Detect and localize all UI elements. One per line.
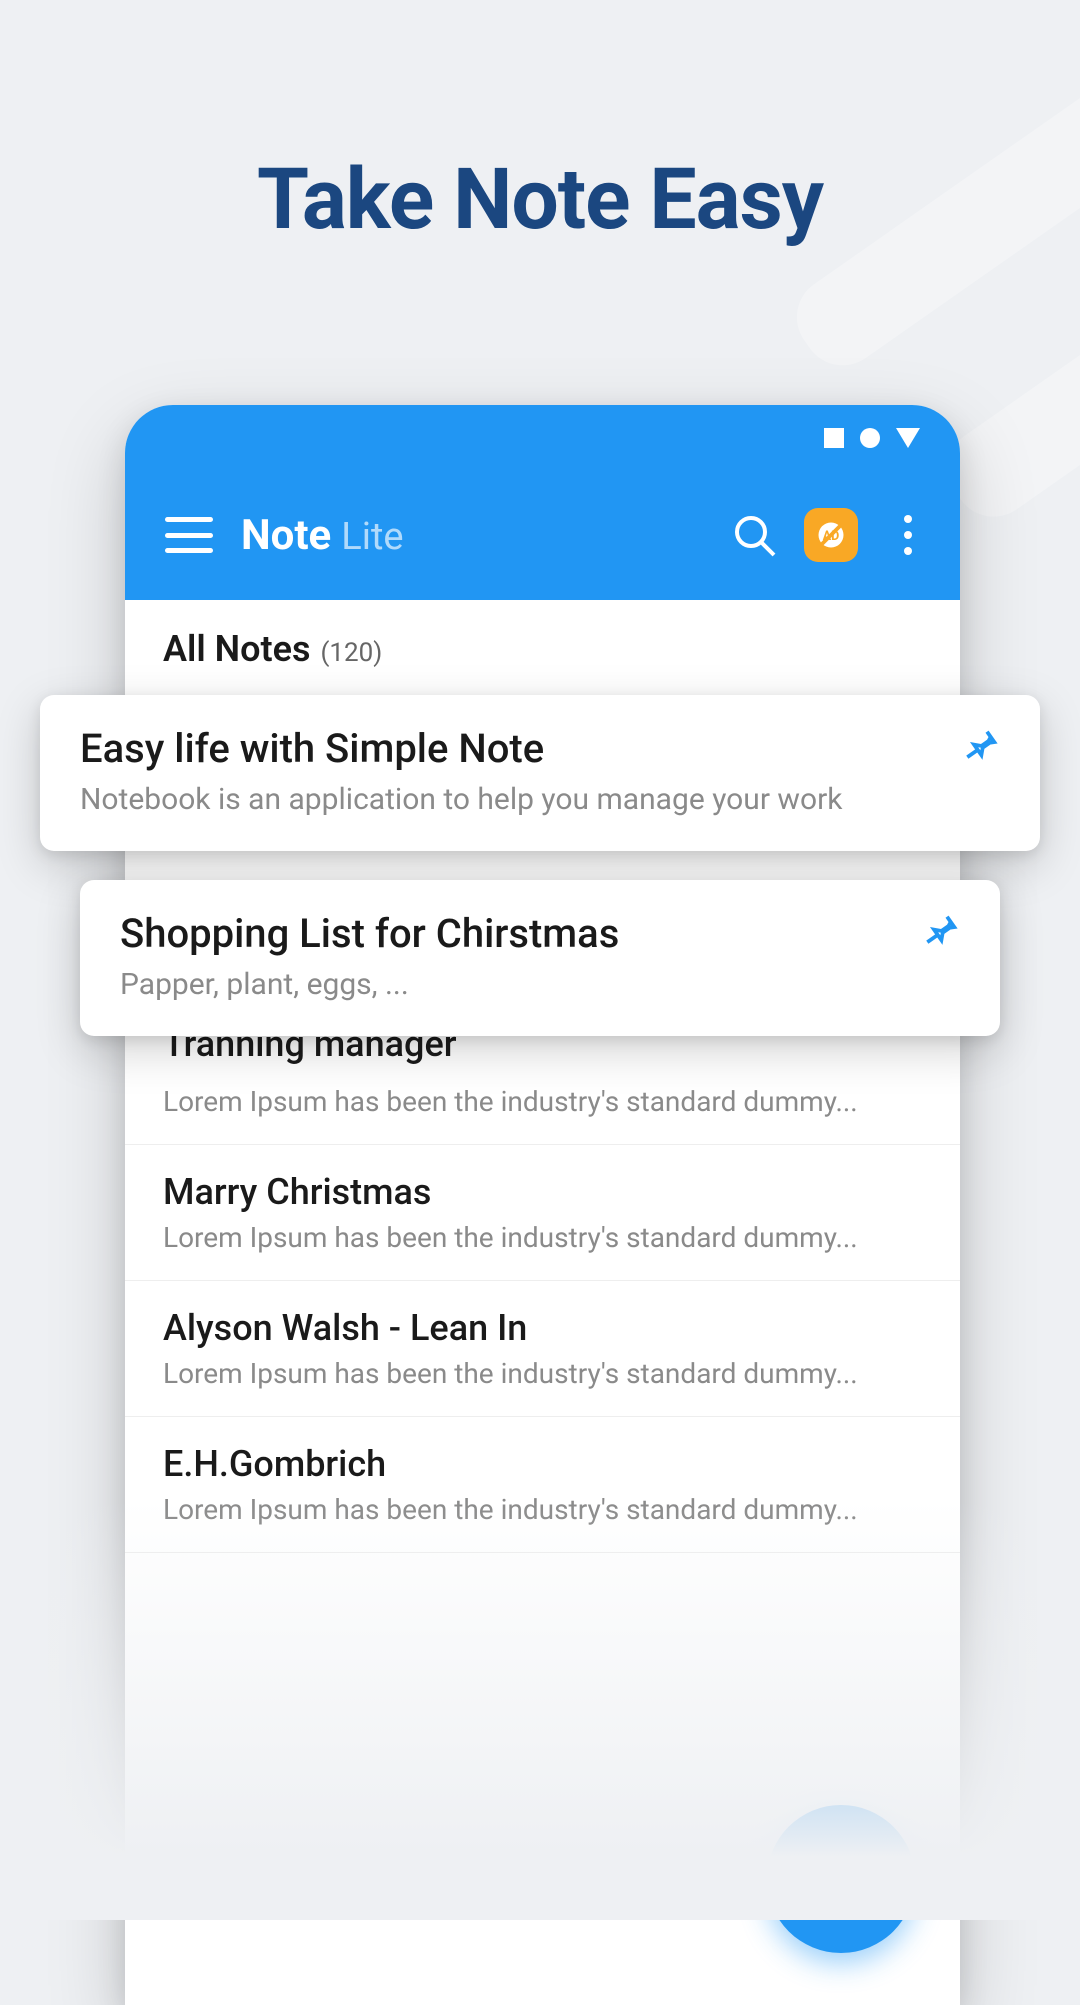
note-item[interactable]: E.H.Gombrich Lorem Ipsum has been the in… [125,1417,960,1553]
app-title-main: Note [241,511,331,560]
note-preview: Lorem Ipsum has been the industry's stan… [163,1085,922,1118]
note-preview: Lorem Ipsum has been the industry's stan… [163,1357,922,1390]
add-note-button[interactable] [767,1805,915,1953]
app-title: Note Lite [241,511,704,560]
section-count: (120) [321,638,383,668]
phone-mockup: Note Lite AD All Notes (120) Tranning ma… [125,405,960,2005]
note-card-title: Easy life with Simple Note [80,725,842,772]
menu-button[interactable] [165,517,213,553]
more-options-button[interactable] [886,513,930,557]
app-bar: Note Lite AD [125,470,960,600]
status-square-icon [824,428,844,448]
search-icon [732,513,776,557]
status-triangle-icon [896,428,920,448]
pin-icon [924,910,960,946]
note-card-preview: Notebook is an application to help you m… [80,782,842,817]
note-preview: Lorem Ipsum has been the industry's stan… [163,1221,922,1254]
note-title: E.H.Gombrich [163,1443,922,1485]
search-button[interactable] [732,513,776,557]
note-card-title: Shopping List for Chirstmas [120,910,619,957]
page-headline: Take Note Easy [0,0,1080,249]
note-item[interactable]: Alyson Walsh - Lean In Lorem Ipsum has b… [125,1281,960,1417]
note-preview: Lorem Ipsum has been the industry's stan… [163,1493,922,1526]
note-item[interactable]: Tranning manager Lorem Ipsum has been th… [125,1035,960,1145]
app-title-sub: Lite [341,515,403,559]
remove-ads-button[interactable]: AD [804,508,858,562]
status-bar [125,405,960,470]
section-header: All Notes (120) [125,600,960,690]
note-item[interactable]: Marry Christmas Lorem Ipsum has been the… [125,1145,960,1281]
note-card-pinned[interactable]: Easy life with Simple Note Notebook is a… [40,695,1040,851]
pin-icon [964,725,1000,761]
note-card-pinned[interactable]: Shopping List for Chirstmas Papper, plan… [80,880,1000,1036]
status-circle-icon [860,428,880,448]
section-title: All Notes [163,628,311,670]
note-card-preview: Papper, plant, eggs, ... [120,967,619,1002]
note-title: Marry Christmas [163,1171,922,1213]
plus-icon [813,1851,869,1907]
ad-block-icon: AD [816,520,846,550]
note-title: Alyson Walsh - Lean In [163,1307,922,1349]
